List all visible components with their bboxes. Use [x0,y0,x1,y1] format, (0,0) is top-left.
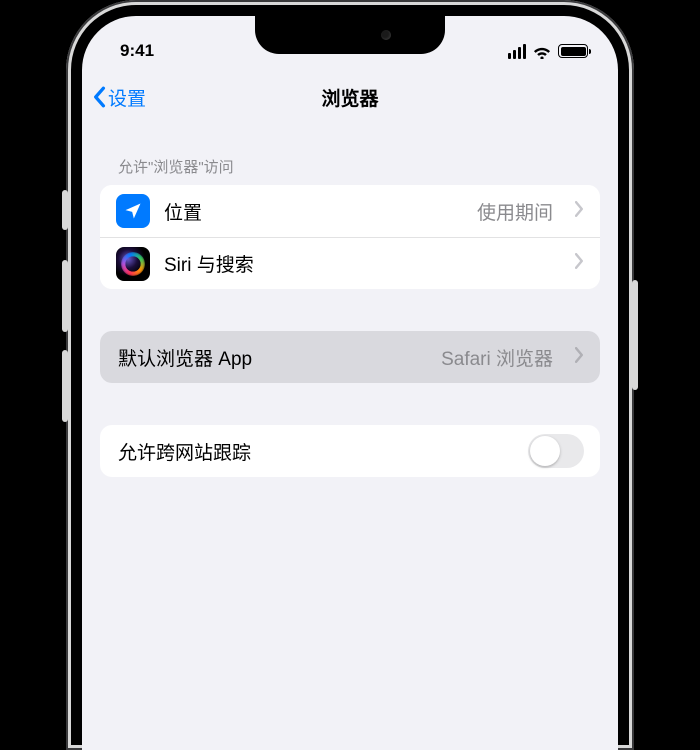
phone-side-button [632,280,638,390]
group-access: 位置 使用期间 Siri 与搜索 [100,185,600,289]
siri-icon [116,247,150,281]
row-location[interactable]: 位置 使用期间 [100,185,600,237]
location-icon [116,194,150,228]
group-default-browser: 默认浏览器 App Safari 浏览器 [100,331,600,383]
back-label: 设置 [108,84,146,111]
row-label: Siri 与搜索 [164,250,553,277]
row-label: 默认浏览器 App [118,344,427,371]
row-label: 位置 [164,198,463,225]
back-button[interactable]: 设置 [92,72,146,122]
group-tracking: 允许跨网站跟踪 [100,425,600,477]
tracking-toggle[interactable] [528,434,584,468]
chevron-left-icon [92,86,106,108]
wifi-icon [532,44,552,59]
nav-bar: 设置 浏览器 [82,72,618,122]
row-cross-site-tracking: 允许跨网站跟踪 [100,425,600,477]
page-title: 浏览器 [321,84,378,111]
section-header-access: 允许"浏览器"访问 [100,126,600,185]
chevron-right-icon [575,253,584,274]
battery-icon [558,44,588,58]
phone-side-button [62,260,68,332]
row-siri[interactable]: Siri 与搜索 [100,237,600,289]
cellular-icon [508,44,527,59]
chevron-right-icon [575,201,584,222]
row-value: 使用期间 [477,198,553,225]
status-indicators [508,44,589,59]
row-value: Safari 浏览器 [441,344,553,371]
phone-side-button [62,350,68,422]
row-label: 允许跨网站跟踪 [118,438,514,465]
status-time: 9:41 [120,41,154,61]
chevron-right-icon [575,347,584,368]
content: 允许"浏览器"访问 位置 使用期间 Siri 与搜索 [82,122,618,477]
phone-side-button [62,190,68,230]
phone-frame: 9:41 设置 浏览器 允许"浏览器"访问 [66,0,634,750]
screen: 9:41 设置 浏览器 允许"浏览器"访问 [82,16,618,750]
notch [255,16,445,54]
row-default-browser[interactable]: 默认浏览器 App Safari 浏览器 [100,331,600,383]
